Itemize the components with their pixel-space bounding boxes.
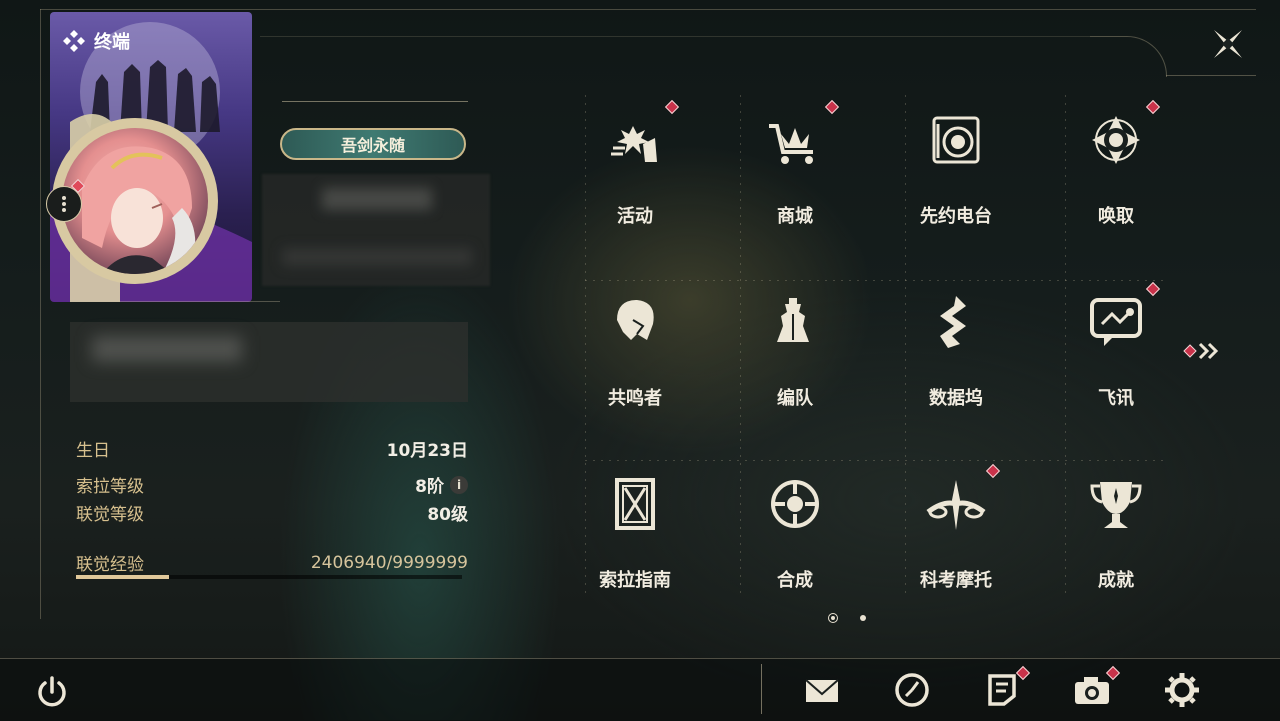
grid-line bbox=[585, 460, 1165, 461]
double-chevron-right-icon bbox=[1183, 342, 1219, 360]
shop-cart-icon bbox=[763, 99, 840, 172]
menu-item-radio[interactable]: 先约电台 bbox=[891, 100, 1021, 240]
menu-item-team[interactable]: 编队 bbox=[730, 282, 860, 422]
guidebook-icon bbox=[603, 472, 667, 536]
camera-icon bbox=[1075, 677, 1109, 704]
page-title: 终端 bbox=[94, 32, 130, 53]
menu-item-label: 共鸣者 bbox=[608, 388, 662, 409]
profile-divider bbox=[70, 301, 280, 302]
menu-item-label: 商城 bbox=[777, 206, 813, 227]
title-badge[interactable]: 吾剑永随 bbox=[280, 128, 466, 160]
frame-top-line bbox=[40, 9, 1256, 10]
more-vertical-icon bbox=[62, 196, 66, 212]
menu-item-motorcycle[interactable]: 科考摩托 bbox=[891, 463, 1021, 604]
menu-item-label: 合成 bbox=[777, 570, 813, 591]
bottom-separator bbox=[761, 664, 762, 714]
power-icon bbox=[38, 676, 66, 707]
signature-redacted bbox=[70, 322, 468, 402]
menu-item-label: 活动 bbox=[617, 206, 653, 227]
stat-label: 联觉等级 bbox=[76, 505, 144, 525]
clock-icon bbox=[895, 673, 929, 707]
menu-item-resonator[interactable]: 共鸣者 bbox=[570, 282, 700, 422]
synthesis-icon bbox=[763, 472, 827, 536]
menu-item-data-bank[interactable]: 数据坞 bbox=[891, 282, 1021, 422]
stat-union-exp: 联觉经验 2406940/9999999 bbox=[76, 550, 468, 576]
notification-badge bbox=[1145, 99, 1161, 115]
next-page-button[interactable] bbox=[1180, 338, 1222, 364]
notice-button[interactable] bbox=[982, 665, 1031, 710]
stat-value: 8阶 bbox=[415, 477, 444, 497]
trophy-icon bbox=[1084, 472, 1148, 536]
frame-left-line bbox=[40, 9, 41, 619]
menu-item-shop-cart[interactable]: 商城 bbox=[730, 99, 860, 240]
menu-item-convene[interactable]: 唤取 bbox=[1051, 99, 1181, 240]
settings-icon bbox=[1165, 673, 1199, 707]
stat-label: 联觉经验 bbox=[76, 555, 144, 575]
notification-badge bbox=[824, 99, 840, 115]
grid-line bbox=[585, 280, 1165, 281]
team-icon bbox=[763, 290, 827, 354]
power-button[interactable] bbox=[32, 672, 72, 712]
menu-item-label: 先约电台 bbox=[920, 206, 992, 227]
title-badge-label: 吾剑永随 bbox=[340, 136, 405, 155]
camera-button[interactable] bbox=[1072, 665, 1121, 710]
diamond-grid-icon bbox=[63, 30, 85, 52]
menu-item-synthesis[interactable]: 合成 bbox=[730, 464, 860, 604]
title-divider bbox=[282, 101, 468, 102]
resonator-icon bbox=[603, 290, 667, 354]
page-indicator-current[interactable] bbox=[828, 613, 838, 623]
stat-label: 索拉等级 bbox=[76, 477, 144, 497]
menu-item-label: 科考摩托 bbox=[920, 570, 992, 591]
avatar[interactable] bbox=[62, 128, 208, 274]
notification-badge bbox=[664, 99, 680, 115]
radio-icon bbox=[924, 108, 988, 172]
stat-birthday: 生日 10月23日 bbox=[76, 436, 468, 461]
name-card-redacted bbox=[262, 174, 490, 286]
menu-item-label: 索拉指南 bbox=[599, 570, 671, 591]
terminal-title: 终端 bbox=[62, 28, 130, 54]
data-bank-icon bbox=[924, 290, 988, 354]
close-button[interactable] bbox=[1208, 24, 1248, 64]
stat-sol-level: 索拉等级 8阶 i bbox=[76, 472, 468, 497]
page-indicator[interactable] bbox=[860, 615, 866, 621]
frame-curve-line bbox=[1166, 75, 1256, 76]
menu-item-label: 数据坞 bbox=[929, 388, 983, 409]
stat-union-level: 联觉等级 80级 bbox=[76, 500, 468, 525]
settings-button[interactable] bbox=[1162, 670, 1202, 710]
stat-label: 生日 bbox=[76, 441, 110, 461]
mail-icon bbox=[805, 679, 839, 702]
menu-item-events[interactable]: 活动 bbox=[570, 99, 700, 240]
convene-icon bbox=[1084, 99, 1161, 172]
notification-badge bbox=[1145, 281, 1161, 297]
menu-item-guidebook[interactable]: 索拉指南 bbox=[570, 464, 700, 604]
motorcycle-icon bbox=[924, 463, 1001, 536]
frame-inner-line bbox=[260, 36, 1090, 37]
mail-button[interactable] bbox=[802, 670, 842, 710]
stat-value: 80级 bbox=[427, 505, 468, 525]
menu-item-label: 编队 bbox=[777, 388, 813, 409]
info-icon[interactable]: i bbox=[450, 475, 468, 494]
notice-icon bbox=[988, 674, 1016, 706]
menu-item-trophy[interactable]: 成就 bbox=[1051, 464, 1181, 604]
close-icon bbox=[1214, 30, 1242, 58]
clock-button[interactable] bbox=[892, 670, 932, 710]
menu-item-message[interactable]: 飞讯 bbox=[1051, 281, 1181, 422]
frame-curve bbox=[1090, 36, 1167, 77]
stat-value: 2406940/9999999 bbox=[310, 552, 468, 573]
events-icon bbox=[603, 99, 680, 172]
exp-bar-fill bbox=[76, 575, 169, 579]
menu-item-label: 飞讯 bbox=[1098, 388, 1134, 409]
stat-value: 10月23日 bbox=[386, 441, 468, 461]
message-icon bbox=[1084, 281, 1161, 354]
menu-item-label: 唤取 bbox=[1098, 206, 1134, 227]
notification-badge bbox=[985, 463, 1001, 479]
menu-item-label: 成就 bbox=[1098, 570, 1134, 591]
